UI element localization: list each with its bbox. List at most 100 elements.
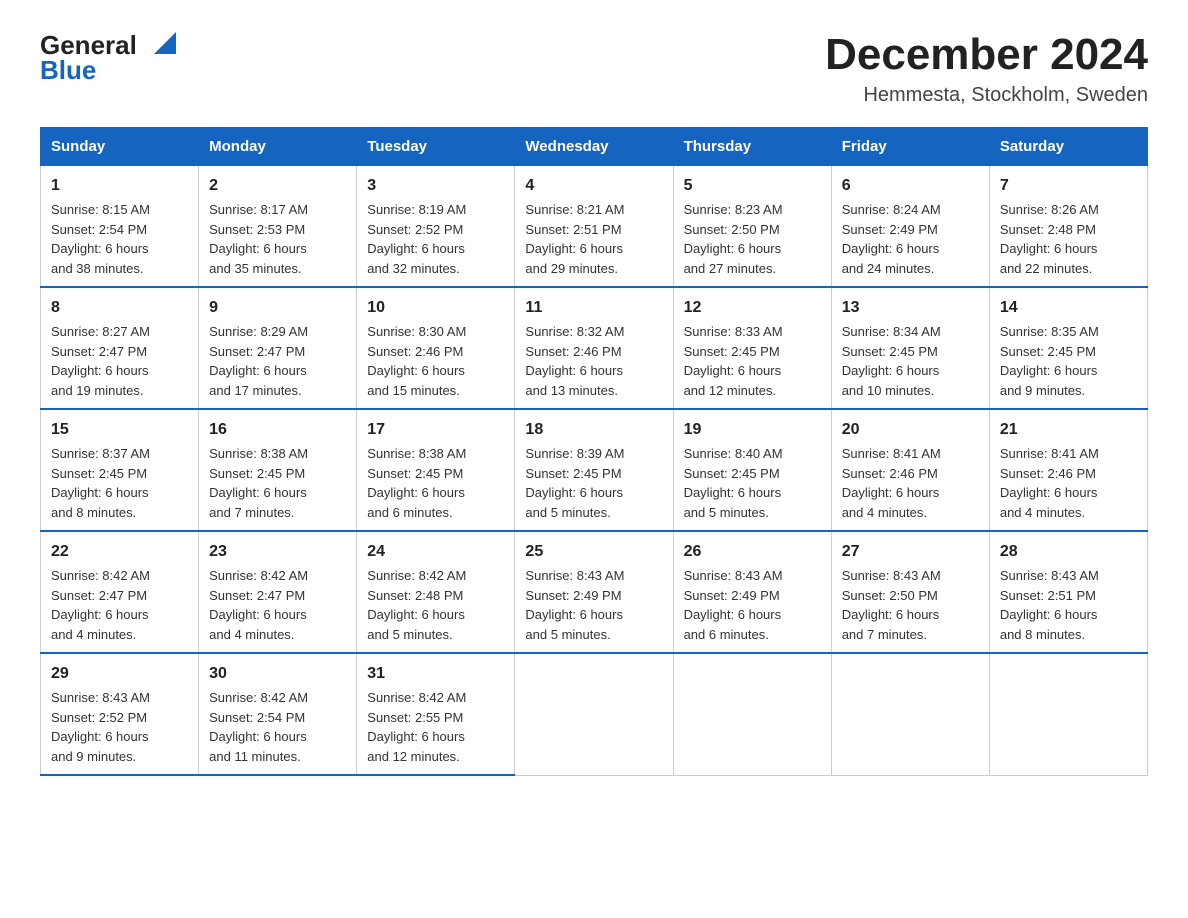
calendar-cell: 17Sunrise: 8:38 AMSunset: 2:45 PMDayligh… (357, 409, 515, 531)
logo: General Blue (40, 30, 176, 86)
day-info: Sunrise: 8:21 AMSunset: 2:51 PMDaylight:… (525, 200, 662, 278)
day-number: 30 (209, 662, 346, 686)
day-info: Sunrise: 8:17 AMSunset: 2:53 PMDaylight:… (209, 200, 346, 278)
day-info: Sunrise: 8:24 AMSunset: 2:49 PMDaylight:… (842, 200, 979, 278)
day-number: 2 (209, 174, 346, 198)
calendar-cell: 13Sunrise: 8:34 AMSunset: 2:45 PMDayligh… (831, 287, 989, 409)
day-info: Sunrise: 8:42 AMSunset: 2:47 PMDaylight:… (51, 566, 188, 644)
col-sunday: Sunday (41, 128, 199, 166)
calendar-cell: 1Sunrise: 8:15 AMSunset: 2:54 PMDaylight… (41, 166, 199, 288)
calendar-table: Sunday Monday Tuesday Wednesday Thursday… (40, 127, 1148, 776)
calendar-header: Sunday Monday Tuesday Wednesday Thursday… (41, 128, 1148, 166)
calendar-subtitle: Hemmesta, Stockholm, Sweden (825, 84, 1148, 107)
col-thursday: Thursday (673, 128, 831, 166)
day-info: Sunrise: 8:43 AMSunset: 2:49 PMDaylight:… (525, 566, 662, 644)
calendar-week-row: 1Sunrise: 8:15 AMSunset: 2:54 PMDaylight… (41, 166, 1148, 288)
calendar-cell: 19Sunrise: 8:40 AMSunset: 2:45 PMDayligh… (673, 409, 831, 531)
day-info: Sunrise: 8:39 AMSunset: 2:45 PMDaylight:… (525, 444, 662, 522)
day-number: 29 (51, 662, 188, 686)
col-friday: Friday (831, 128, 989, 166)
day-number: 7 (1000, 174, 1137, 198)
calendar-cell: 28Sunrise: 8:43 AMSunset: 2:51 PMDayligh… (989, 531, 1147, 653)
title-area: December 2024 Hemmesta, Stockholm, Swede… (825, 30, 1148, 107)
calendar-cell: 22Sunrise: 8:42 AMSunset: 2:47 PMDayligh… (41, 531, 199, 653)
calendar-cell: 23Sunrise: 8:42 AMSunset: 2:47 PMDayligh… (199, 531, 357, 653)
day-number: 31 (367, 662, 504, 686)
calendar-cell (673, 653, 831, 775)
day-info: Sunrise: 8:30 AMSunset: 2:46 PMDaylight:… (367, 322, 504, 400)
calendar-cell: 31Sunrise: 8:42 AMSunset: 2:55 PMDayligh… (357, 653, 515, 775)
calendar-week-row: 29Sunrise: 8:43 AMSunset: 2:52 PMDayligh… (41, 653, 1148, 775)
day-number: 1 (51, 174, 188, 198)
day-info: Sunrise: 8:43 AMSunset: 2:49 PMDaylight:… (684, 566, 821, 644)
col-tuesday: Tuesday (357, 128, 515, 166)
calendar-cell: 16Sunrise: 8:38 AMSunset: 2:45 PMDayligh… (199, 409, 357, 531)
day-info: Sunrise: 8:42 AMSunset: 2:54 PMDaylight:… (209, 688, 346, 766)
day-number: 3 (367, 174, 504, 198)
day-number: 20 (842, 418, 979, 442)
calendar-cell: 26Sunrise: 8:43 AMSunset: 2:49 PMDayligh… (673, 531, 831, 653)
day-info: Sunrise: 8:43 AMSunset: 2:52 PMDaylight:… (51, 688, 188, 766)
calendar-cell: 18Sunrise: 8:39 AMSunset: 2:45 PMDayligh… (515, 409, 673, 531)
col-monday: Monday (199, 128, 357, 166)
calendar-cell: 21Sunrise: 8:41 AMSunset: 2:46 PMDayligh… (989, 409, 1147, 531)
calendar-cell (989, 653, 1147, 775)
day-number: 5 (684, 174, 821, 198)
calendar-week-row: 15Sunrise: 8:37 AMSunset: 2:45 PMDayligh… (41, 409, 1148, 531)
col-saturday: Saturday (989, 128, 1147, 166)
day-number: 4 (525, 174, 662, 198)
day-info: Sunrise: 8:29 AMSunset: 2:47 PMDaylight:… (209, 322, 346, 400)
day-info: Sunrise: 8:42 AMSunset: 2:47 PMDaylight:… (209, 566, 346, 644)
day-info: Sunrise: 8:43 AMSunset: 2:51 PMDaylight:… (1000, 566, 1137, 644)
day-info: Sunrise: 8:41 AMSunset: 2:46 PMDaylight:… (1000, 444, 1137, 522)
day-info: Sunrise: 8:37 AMSunset: 2:45 PMDaylight:… (51, 444, 188, 522)
calendar-cell: 10Sunrise: 8:30 AMSunset: 2:46 PMDayligh… (357, 287, 515, 409)
calendar-cell: 2Sunrise: 8:17 AMSunset: 2:53 PMDaylight… (199, 166, 357, 288)
calendar-title: December 2024 (825, 30, 1148, 80)
col-wednesday: Wednesday (515, 128, 673, 166)
calendar-cell: 25Sunrise: 8:43 AMSunset: 2:49 PMDayligh… (515, 531, 673, 653)
day-info: Sunrise: 8:15 AMSunset: 2:54 PMDaylight:… (51, 200, 188, 278)
day-number: 27 (842, 540, 979, 564)
day-number: 22 (51, 540, 188, 564)
day-info: Sunrise: 8:42 AMSunset: 2:48 PMDaylight:… (367, 566, 504, 644)
day-number: 25 (525, 540, 662, 564)
calendar-cell: 30Sunrise: 8:42 AMSunset: 2:54 PMDayligh… (199, 653, 357, 775)
day-number: 9 (209, 296, 346, 320)
calendar-cell: 29Sunrise: 8:43 AMSunset: 2:52 PMDayligh… (41, 653, 199, 775)
logo-content: General Blue (40, 30, 176, 86)
calendar-cell: 3Sunrise: 8:19 AMSunset: 2:52 PMDaylight… (357, 166, 515, 288)
calendar-cell: 15Sunrise: 8:37 AMSunset: 2:45 PMDayligh… (41, 409, 199, 531)
header-row: Sunday Monday Tuesday Wednesday Thursday… (41, 128, 1148, 166)
calendar-cell: 6Sunrise: 8:24 AMSunset: 2:49 PMDaylight… (831, 166, 989, 288)
day-number: 12 (684, 296, 821, 320)
day-info: Sunrise: 8:43 AMSunset: 2:50 PMDaylight:… (842, 566, 979, 644)
day-number: 21 (1000, 418, 1137, 442)
day-number: 13 (842, 296, 979, 320)
day-info: Sunrise: 8:34 AMSunset: 2:45 PMDaylight:… (842, 322, 979, 400)
calendar-cell: 20Sunrise: 8:41 AMSunset: 2:46 PMDayligh… (831, 409, 989, 531)
day-info: Sunrise: 8:32 AMSunset: 2:46 PMDaylight:… (525, 322, 662, 400)
calendar-cell: 7Sunrise: 8:26 AMSunset: 2:48 PMDaylight… (989, 166, 1147, 288)
day-info: Sunrise: 8:41 AMSunset: 2:46 PMDaylight:… (842, 444, 979, 522)
day-number: 17 (367, 418, 504, 442)
calendar-cell: 11Sunrise: 8:32 AMSunset: 2:46 PMDayligh… (515, 287, 673, 409)
day-info: Sunrise: 8:38 AMSunset: 2:45 PMDaylight:… (367, 444, 504, 522)
calendar-cell: 12Sunrise: 8:33 AMSunset: 2:45 PMDayligh… (673, 287, 831, 409)
day-number: 8 (51, 296, 188, 320)
day-number: 15 (51, 418, 188, 442)
day-info: Sunrise: 8:27 AMSunset: 2:47 PMDaylight:… (51, 322, 188, 400)
calendar-cell: 8Sunrise: 8:27 AMSunset: 2:47 PMDaylight… (41, 287, 199, 409)
calendar-week-row: 8Sunrise: 8:27 AMSunset: 2:47 PMDaylight… (41, 287, 1148, 409)
day-number: 19 (684, 418, 821, 442)
logo-triangle-icon (154, 32, 176, 54)
calendar-cell: 9Sunrise: 8:29 AMSunset: 2:47 PMDaylight… (199, 287, 357, 409)
day-number: 28 (1000, 540, 1137, 564)
day-info: Sunrise: 8:40 AMSunset: 2:45 PMDaylight:… (684, 444, 821, 522)
day-number: 24 (367, 540, 504, 564)
calendar-cell (515, 653, 673, 775)
calendar-cell: 24Sunrise: 8:42 AMSunset: 2:48 PMDayligh… (357, 531, 515, 653)
day-number: 6 (842, 174, 979, 198)
day-info: Sunrise: 8:19 AMSunset: 2:52 PMDaylight:… (367, 200, 504, 278)
calendar-cell (831, 653, 989, 775)
